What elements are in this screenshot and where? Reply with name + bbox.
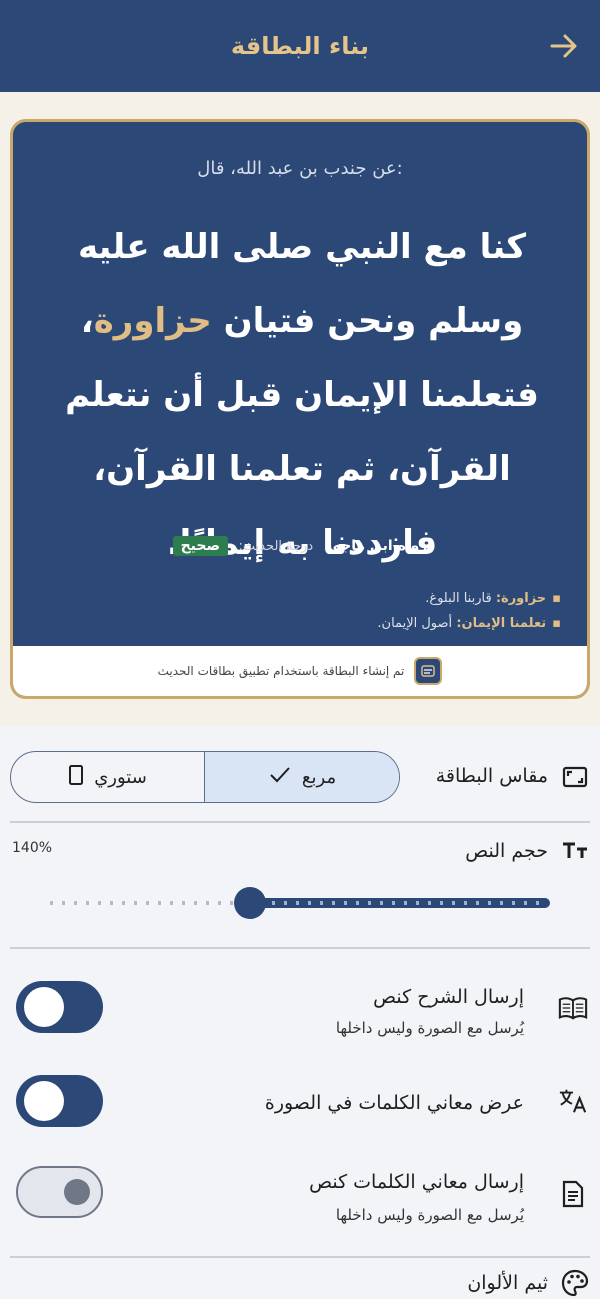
app-logo-icon [414,657,443,685]
slider-ticks [260,901,540,905]
divider [10,947,590,949]
phone-icon [68,764,84,790]
slider-track-active [250,898,550,908]
source-line: رواه ابن ماجه ، درجة الحديث: صحيح [13,536,587,556]
page-title: بناء البطاقة [230,32,370,60]
slider-track-inactive [50,901,250,905]
send-explanation-toggle[interactable] [16,981,103,1033]
divider [10,821,590,823]
toggle-sublabel: يُرسل مع الصورة وليس داخلها [335,1019,524,1037]
text-size-slider[interactable] [50,887,550,919]
toggle-knob [64,1179,90,1205]
toggle-sublabel: يُرسل مع الصورة وليس داخلها [335,1206,524,1224]
hadith-text: كنا مع النبي صلى الله عليه وسلم ونحن فتي… [41,210,563,580]
palette-icon [560,1268,590,1298]
toggle-knob [24,987,64,1027]
size-option-square[interactable]: مربع [205,752,399,802]
grade-badge: صحيح [172,536,229,556]
hadith-card: عن جندب بن عبد الله، قال: كنا مع النبي ص… [10,119,590,699]
toggle-label: إرسال الشرح كنص [373,986,524,1008]
size-option-story[interactable]: ستوري [11,752,205,802]
card-footer: تم إنشاء البطاقة باستخدام تطبيق بطاقات ا… [13,646,587,696]
glossary-item: ▪ حزاورة: قاربنا البلوغ. [377,586,561,611]
translate-icon [558,1086,588,1116]
glossary-meaning: أصول الإيمان. [377,616,453,631]
show-meanings-toggle[interactable] [16,1075,103,1127]
back-arrow-icon[interactable] [546,28,582,64]
document-icon [558,1179,588,1209]
divider [10,1256,590,1258]
hadith-highlight-word: حزاورة [93,301,212,341]
toggle-knob [24,1081,64,1121]
footer-text: تم إنشاء البطاقة باستخدام تطبيق بطاقات ا… [157,664,405,678]
story-label: ستوري [94,766,147,788]
glossary-term: تعلمنا الإيمان: [456,616,547,631]
theme-label[interactable]: ثيم الألوان [467,1272,548,1294]
aspect-ratio-icon [560,762,590,792]
glossary-item: ▪ تعلمنا الإيمان: أصول الإيمان. [377,611,561,636]
glossary: ▪ حزاورة: قاربنا البلوغ. ▪ تعلمنا الإيمان:… [377,586,561,636]
bullet-icon: ▪ [552,591,561,606]
glossary-meaning: قاربنا البلوغ. [425,591,492,606]
toggle-label: عرض معاني الكلمات في الصورة [264,1092,524,1114]
toggle-label: إرسال معاني الكلمات كنص [309,1171,524,1193]
source-separator: ، [323,538,329,554]
card-size-label: مقاس البطاقة [435,765,548,787]
app-header: بناء البطاقة [0,0,600,92]
slider-thumb[interactable] [234,887,266,919]
send-meanings-toggle[interactable] [16,1166,103,1218]
book-icon [558,993,588,1023]
card-size-selector[interactable]: ستوري مربع [10,751,400,803]
square-label: مربع [301,766,337,788]
text-size-value: 140% [12,840,53,856]
grade-label: درجة الحديث: [238,539,314,554]
bullet-icon: ▪ [552,616,561,631]
check-icon [268,765,292,790]
glossary-term: حزاورة: [495,591,547,606]
narrator-text: عن جندب بن عبد الله، قال: [197,158,403,179]
text-size-icon [560,835,590,865]
text-size-label: حجم النص [465,840,548,862]
source-text: رواه ابن ماجه [332,538,428,554]
